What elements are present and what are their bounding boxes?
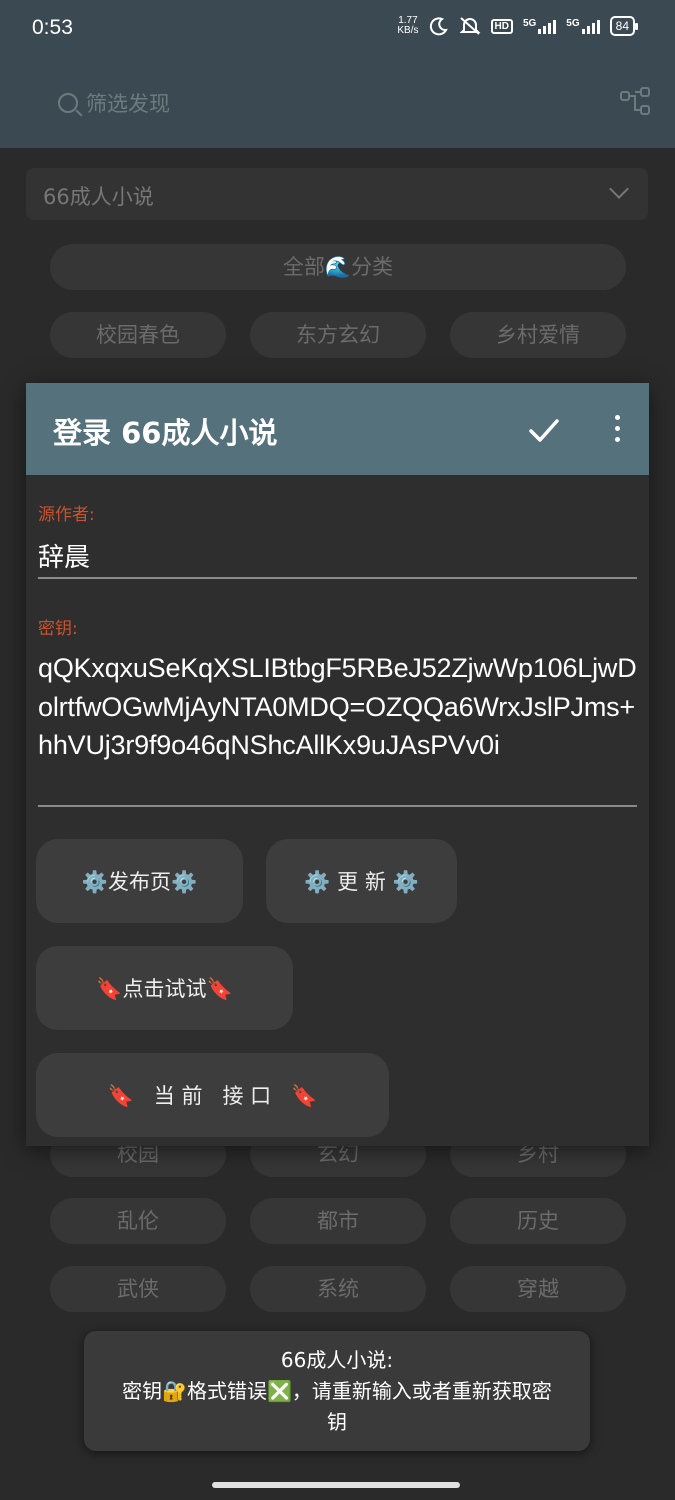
toast-body: 密钥🔐格式错误❎，请重新输入或者重新获取密钥 <box>122 1379 552 1434</box>
chip-category[interactable]: 乱伦 <box>50 1198 226 1244</box>
chip-category[interactable]: 东方玄幻 <box>250 312 426 358</box>
source-select-value: 66成人小说 <box>43 185 154 209</box>
current-interface-button[interactable]: 🔖 当 前 接 口 🔖 <box>36 1053 389 1137</box>
signal-icon <box>581 18 600 34</box>
source-select[interactable]: 66成人小说 <box>26 168 648 220</box>
moon-icon <box>429 17 448 36</box>
status-bar: 0:53 1.77 KB/s HD 5G 5G 84 <box>0 0 675 58</box>
key-label: 密钥: <box>38 619 78 639</box>
check-icon[interactable] <box>527 413 561 447</box>
author-underline <box>38 577 637 579</box>
publish-page-button[interactable]: ⚙️发布页⚙️ <box>36 839 243 923</box>
hd-badge: HD <box>490 18 513 34</box>
net-5g-1-label: 5G <box>522 18 537 29</box>
chevron-down-icon <box>609 179 629 199</box>
dialog-title: 登录 66成人小说 <box>53 416 278 450</box>
chip-category[interactable]: 都市 <box>250 1198 426 1244</box>
chip-category[interactable]: 校园春色 <box>50 312 226 358</box>
author-field[interactable]: 辞晨 <box>38 537 638 574</box>
group-tree-icon[interactable] <box>619 86 651 118</box>
chip-category[interactable]: 乡村爱情 <box>450 312 626 358</box>
chip-category[interactable]: 武侠 <box>50 1266 226 1312</box>
net-5g-1: 5G <box>522 18 557 34</box>
battery-icon: 84 <box>609 16 639 36</box>
toast-title: 66成人小说: <box>280 1348 394 1372</box>
search-icon <box>58 93 78 113</box>
chip-category[interactable]: 历史 <box>450 1198 626 1244</box>
mute-icon <box>459 17 480 35</box>
dialog-header: 登录 66成人小说 <box>26 383 649 475</box>
author-label: 源作者: <box>38 505 95 525</box>
update-button[interactable]: ⚙️ 更 新 ⚙️ <box>266 839 457 923</box>
key-field[interactable]: qQKxqxuSeKqXSLIBtbgF5RBeJ52ZjwWp106LjwDo… <box>38 649 638 765</box>
status-icons: 1.77 KB/s HD 5G 5G 84 <box>397 16 639 36</box>
net-5g-2-label: 5G <box>566 18 580 29</box>
key-underline <box>38 805 637 807</box>
chip-all-categories[interactable]: 全部🌊分类 <box>50 244 626 290</box>
login-dialog: 登录 66成人小说 源作者: 辞晨 密钥: qQKxqxuSeKqXSLIBtb… <box>26 383 649 1146</box>
network-speed-unit: KB/s <box>397 25 419 36</box>
toast-message: 66成人小说: 密钥🔐格式错误❎，请重新输入或者重新获取密钥 <box>84 1331 590 1451</box>
gesture-nav-bar[interactable] <box>212 1482 460 1488</box>
network-speed: 1.77 KB/s <box>397 16 418 36</box>
search-input[interactable]: 筛选发现 <box>58 88 170 118</box>
top-app-bar: 0:53 1.77 KB/s HD 5G 5G 84 筛选发现 <box>0 0 675 148</box>
chip-category[interactable]: 系统 <box>250 1266 426 1312</box>
signal-icon <box>538 18 557 34</box>
status-time: 0:53 <box>32 16 73 39</box>
search-placeholder: 筛选发现 <box>86 92 170 116</box>
try-button[interactable]: 🔖点击试试🔖 <box>36 946 293 1030</box>
net-5g-2: 5G <box>566 18 600 34</box>
more-vert-icon[interactable] <box>613 415 621 443</box>
chip-category[interactable]: 穿越 <box>450 1266 626 1312</box>
